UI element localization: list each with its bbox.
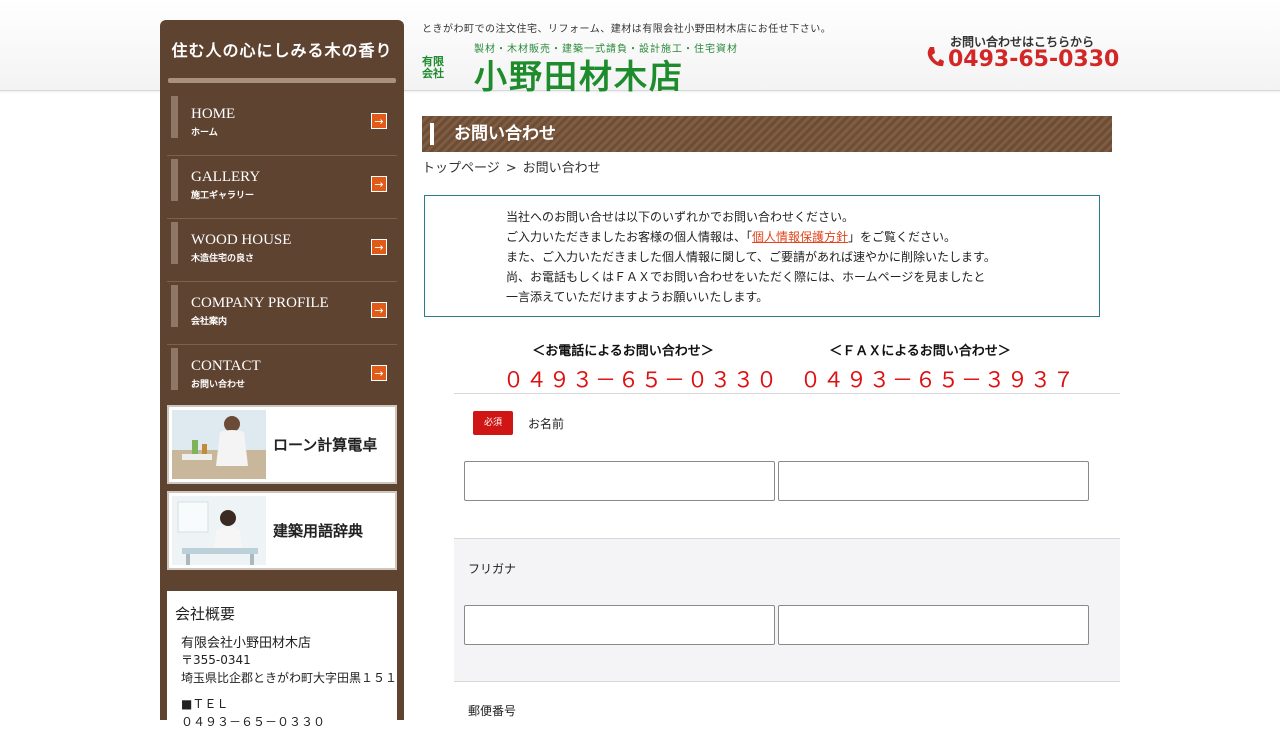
site-logo[interactable]: 製材・木材販売・建築一式請負・設計施工・住宅資材 有限会社 小野田材木店 <box>422 40 782 96</box>
sidebar-divider <box>168 78 396 83</box>
form-row-postal: 郵便番号 <box>454 681 1120 720</box>
banner-title: 建築用語辞典 <box>273 522 364 540</box>
arrow-right-icon: → <box>371 239 387 255</box>
last-name-input[interactable] <box>464 461 775 501</box>
breadcrumb-separator: > <box>505 161 517 176</box>
company-postal: 〒355-0341 <box>181 653 251 667</box>
loan-calculator-banner[interactable]: ローン計算電卓 <box>167 405 397 484</box>
company-summary: 会社概要 有限会社小野田材木店 〒355-0341 埼玉県比企郡ときがわ町大字田… <box>167 591 397 731</box>
sidebar-nav: HOME ホーム → GALLERY 施工ギャラリー → WOOD HOUSE … <box>167 93 397 408</box>
notice-line-2-post: 」をご覧ください。 <box>848 230 957 244</box>
page-title: お問い合わせ <box>454 124 556 144</box>
notice-line-5: 一言添えていただけますようお願いいたします。 <box>506 290 769 304</box>
kitchen-photo-icon <box>172 410 266 479</box>
notice-line-4: 尚、お電話もしくはＦＡＸでお問い合わせをいただく際には、ホームページを見ましたと <box>506 270 986 284</box>
notice-line-2: ご入力いただきましたお客様の個人情報は、「個人情報保護方針」をご覧ください。 <box>506 228 956 245</box>
phone-icon <box>927 47 944 67</box>
sidebar-item-contact[interactable]: CONTACT お問い合わせ → <box>167 345 397 408</box>
nav-label-ja: 木造住宅の良さ <box>191 254 255 264</box>
logo-company-type: 有限会社 <box>422 55 444 80</box>
form-row-furigana: フリガナ <box>454 538 1120 681</box>
nav-label-ja: 会社案内 <box>191 317 228 327</box>
form-row-name: 必須 お名前 <box>454 393 1120 538</box>
arrow-right-icon: → <box>371 302 387 318</box>
sidebar-item-company-profile[interactable]: COMPANY PROFILE 会社案内 → <box>167 282 397 345</box>
privacy-policy-link[interactable]: 個人情報保護方針 <box>752 230 848 244</box>
nav-label-en: CONTACT <box>191 358 261 374</box>
first-name-kana-input[interactable] <box>778 605 1089 645</box>
nav-label-ja: お問い合わせ <box>191 380 246 390</box>
nav-label-ja: ホーム <box>191 128 218 138</box>
building-glossary-banner[interactable]: 建築用語辞典 <box>167 491 397 570</box>
nav-label-ja: 施工ギャラリー <box>191 191 255 201</box>
breadcrumb-home-link[interactable]: トップページ <box>422 161 500 176</box>
company-tel-label: ■ＴＥＬ <box>181 697 229 711</box>
phone-contact: ＜お電話によるお問い合わせ＞ ０４９３－６５－０３３０ <box>503 340 779 394</box>
nav-marker <box>171 348 178 390</box>
header-phone: 0493-65-0330 <box>926 46 1119 72</box>
nav-label-en: WOOD HOUSE <box>191 232 292 248</box>
fax-contact: ＜ＦＡＸによるお問い合わせ＞ ０４９３－６５－３９３７ <box>800 340 1076 394</box>
company-name: 有限会社小野田材木店 <box>181 636 312 651</box>
header-phone-number: 0493-65-0330 <box>948 47 1120 72</box>
contact-notice: 当社へのお問い合せは以下のいずれかでお問い合わせください。 ご入力いただきました… <box>424 195 1100 317</box>
company-summary-title: 会社概要 <box>175 605 236 623</box>
phone-contact-number: ０４９３－６５－０３３０ <box>503 368 779 392</box>
fax-contact-number: ０４９３－６５－３９３７ <box>800 368 1076 392</box>
site-tagline: ときがわ町での注文住宅、リフォーム、建材は有限会社小野田材木店にお任せ下さい。 <box>422 24 832 35</box>
page-heading: お問い合わせ <box>422 116 1112 152</box>
banner-title: ローン計算電卓 <box>273 436 378 454</box>
first-name-input[interactable] <box>778 461 1089 501</box>
fax-contact-caption: ＜ＦＡＸによるお問い合わせ＞ <box>829 344 1011 359</box>
name-label: お名前 <box>528 417 565 431</box>
last-name-kana-input[interactable] <box>464 605 775 645</box>
arrow-right-icon: → <box>371 365 387 381</box>
company-tel: ０４９３－６５－０３３０ <box>181 715 326 729</box>
nav-marker <box>171 96 178 138</box>
company-address: 埼玉県比企郡ときがわ町大字田黒１５１ <box>181 671 398 685</box>
nav-label-en: HOME <box>191 106 236 122</box>
nav-marker <box>171 222 178 264</box>
required-badge: 必須 <box>473 411 513 435</box>
nav-label-en: GALLERY <box>191 169 261 185</box>
furigana-label: フリガナ <box>468 562 517 576</box>
sidebar-item-wood-house[interactable]: WOOD HOUSE 木造住宅の良さ → <box>167 219 397 282</box>
nav-marker <box>171 285 178 327</box>
breadcrumb: トップページ > お問い合わせ <box>422 157 601 176</box>
nav-label-en: COMPANY PROFILE <box>191 295 329 311</box>
phone-contact-caption: ＜お電話によるお問い合わせ＞ <box>532 344 714 359</box>
sidebar-item-gallery[interactable]: GALLERY 施工ギャラリー → <box>167 156 397 219</box>
notice-line-3: また、ご入力いただきました個人情報に関して、ご要請があれば速やかに削除いたします… <box>506 250 996 264</box>
nav-marker <box>171 159 178 201</box>
heading-marker <box>430 123 434 145</box>
notice-line-1: 当社へのお問い合せは以下のいずれかでお問い合わせください。 <box>506 210 855 224</box>
sidebar-item-home[interactable]: HOME ホーム → <box>167 93 397 156</box>
postal-code-label: 郵便番号 <box>468 704 517 718</box>
arrow-right-icon: → <box>371 176 387 192</box>
sidebar-catchphrase: 住む人の心にしみる木の香り <box>171 41 393 60</box>
breadcrumb-current: お問い合わせ <box>522 161 601 176</box>
logo-company-name: 小野田材木店 <box>474 57 684 96</box>
notice-line-2-pre: ご入力いただきましたお客様の個人情報は、「 <box>506 230 753 244</box>
sidebar: 住む人の心にしみる木の香り HOME ホーム → GALLERY 施工ギャラリー… <box>160 20 404 731</box>
arrow-right-icon: → <box>371 113 387 129</box>
woman-reading-photo-icon <box>172 496 266 565</box>
